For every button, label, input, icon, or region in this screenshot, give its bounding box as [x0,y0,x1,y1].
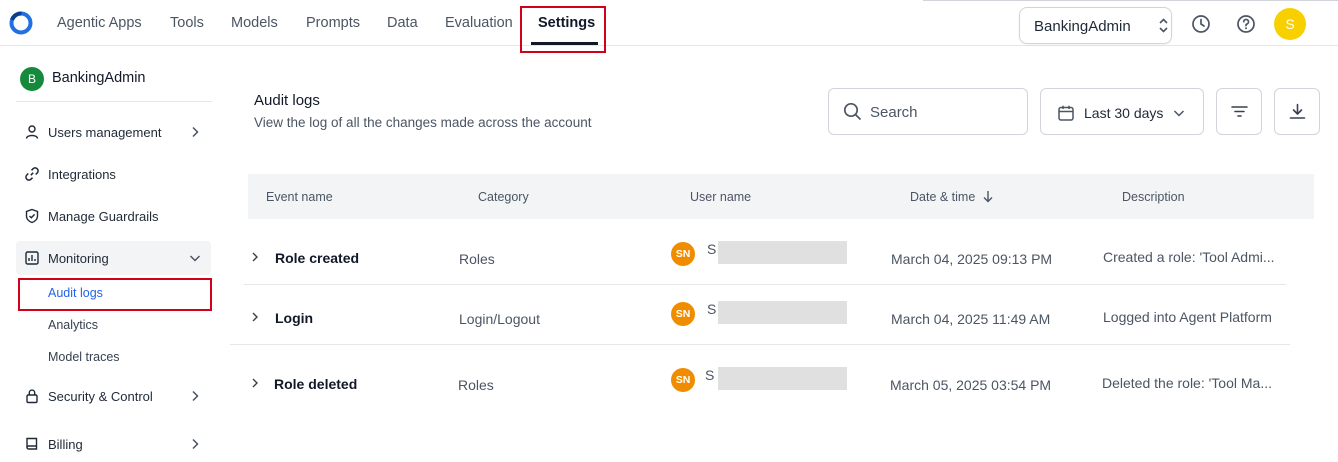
nav-evaluation[interactable]: Evaluation [445,15,513,31]
expand-chevron-icon[interactable] [249,251,261,263]
date-range-label: Last 30 days [1084,105,1164,121]
column-header-description[interactable]: Description [1122,190,1185,204]
link-icon [25,167,39,181]
search-icon [843,102,861,120]
date-time: March 05, 2025 03:54 PM [890,377,1052,393]
expand-chevron-icon[interactable] [249,311,261,323]
expand-chevron-icon[interactable] [249,377,261,389]
table-header: Event name Category User name Date & tim… [248,174,1314,219]
sidebar-subitem-analytics[interactable]: Analytics [48,318,98,332]
workspace-name: BankingAdmin [1034,18,1131,35]
sidebar-item-label: Manage Guardrails [48,209,159,224]
org-avatar: B [20,67,44,91]
calendar-icon [1058,105,1074,121]
chart-icon [25,251,39,265]
chevron-down-icon [189,255,201,262]
column-header-user-name[interactable]: User name [690,190,751,204]
updown-chevron-icon [1159,18,1168,33]
top-border-line [923,0,1338,1]
column-header-category[interactable]: Category [478,190,529,204]
event-name: Role deleted [274,376,358,392]
chevron-right-icon [192,438,199,450]
date-time: March 04, 2025 11:49 AM [891,311,1051,327]
sidebar-item-label: Security & Control [48,389,153,404]
date-time: March 04, 2025 09:13 PM [891,251,1053,267]
category: Roles [459,251,495,267]
search-box[interactable] [828,88,1028,135]
row-divider [230,344,1290,345]
redacted-block [718,301,847,324]
sort-arrow-down-icon[interactable] [982,190,994,203]
sidebar-item-label: Integrations [48,167,116,182]
nav-prompts[interactable]: Prompts [306,15,360,31]
user-avatar: SN [671,368,695,392]
date-range-select[interactable]: Last 30 days [1040,88,1204,135]
download-button[interactable] [1274,88,1320,135]
user-avatar[interactable]: S [1274,8,1306,40]
nav-models[interactable]: Models [231,15,278,31]
event-name: Role created [275,250,360,266]
settings-highlight-box [520,6,606,53]
top-nav: Agentic Apps Tools Models Prompts Data E… [0,0,1338,53]
book-icon [26,437,38,450]
chevron-right-icon [192,126,199,138]
sidebar-item-users-management[interactable]: Users management [16,115,211,149]
table-row[interactable]: Role created Roles SN S March 04, 2025 0… [248,229,1314,285]
sidebar-item-label: Billing [48,437,83,452]
shield-check-icon [25,208,39,224]
user-name: S [707,301,717,317]
nav-data[interactable]: Data [387,15,418,31]
row-divider [244,284,1286,285]
chevron-right-icon [192,390,199,402]
chevron-down-icon [1173,110,1185,117]
event-name: Login [275,310,314,326]
sidebar-item-security-control[interactable]: Security & Control [16,379,211,413]
help-icon[interactable] [1236,14,1256,34]
user-icon [25,125,39,139]
page-subtitle: View the log of all the changes made acr… [254,115,592,130]
description: Logged into Agent Platform [1103,309,1272,325]
sidebar-item-manage-guardrails[interactable]: Manage Guardrails [16,199,211,233]
description: Deleted the role: 'Tool Ma... [1102,375,1272,391]
filter-icon [1231,106,1248,117]
user-avatar: SN [671,302,695,326]
user-name: S [705,367,715,383]
sidebar-item-label: Users management [48,125,162,140]
history-icon[interactable] [1191,14,1211,34]
page-title: Audit logs [254,92,320,109]
column-header-event-name[interactable]: Event name [266,190,333,204]
audit-logs-highlight-box [18,278,212,311]
category: Login/Logout [459,311,540,327]
logo-icon[interactable] [9,11,33,35]
sidebar-item-integrations[interactable]: Integrations [16,157,211,191]
download-icon [1289,103,1306,119]
category: Roles [458,377,494,393]
sidebar-item-monitoring[interactable]: Monitoring [16,241,211,275]
description: Created a role: 'Tool Admi... [1103,249,1275,265]
sidebar-subitem-model-traces[interactable]: Model traces [48,350,120,364]
redacted-block [718,241,847,264]
sidebar-item-label: Monitoring [48,251,109,266]
workspace-select[interactable]: BankingAdmin [1019,7,1172,44]
search-input[interactable] [870,101,1020,123]
sidebar-divider [16,101,212,102]
table-row[interactable]: Login Login/Logout SN S March 04, 2025 1… [248,289,1314,345]
table-row[interactable]: Role deleted Roles SN S March 05, 2025 0… [248,355,1314,411]
filter-button[interactable] [1216,88,1262,135]
column-header-date-time[interactable]: Date & time [910,190,975,204]
user-avatar: SN [671,242,695,266]
user-name: S [707,241,717,257]
redacted-block [718,367,847,390]
sidebar-item-billing[interactable]: Billing [16,427,211,461]
nav-agentic-apps[interactable]: Agentic Apps [57,15,142,31]
org-name: BankingAdmin [52,70,146,86]
lock-icon [26,389,38,404]
nav-tools[interactable]: Tools [170,15,204,31]
